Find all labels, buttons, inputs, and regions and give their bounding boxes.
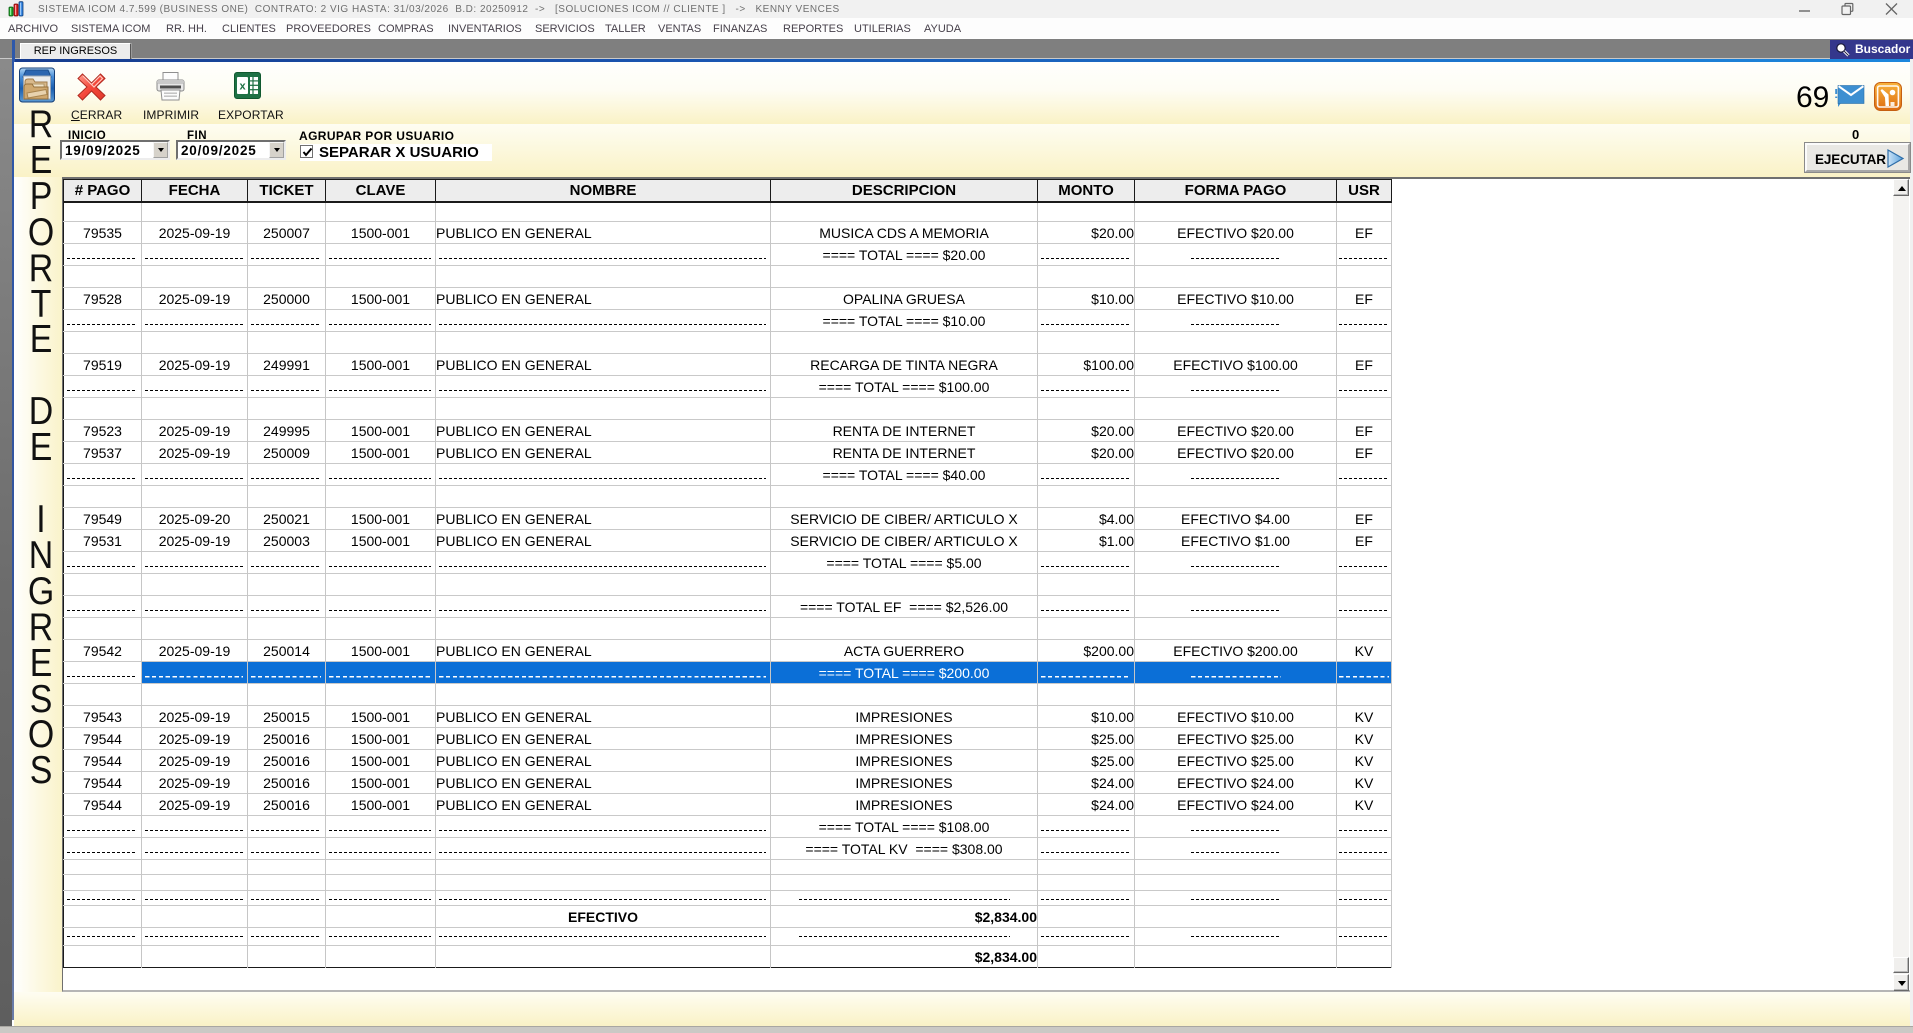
svg-text:x: x: [239, 81, 246, 93]
